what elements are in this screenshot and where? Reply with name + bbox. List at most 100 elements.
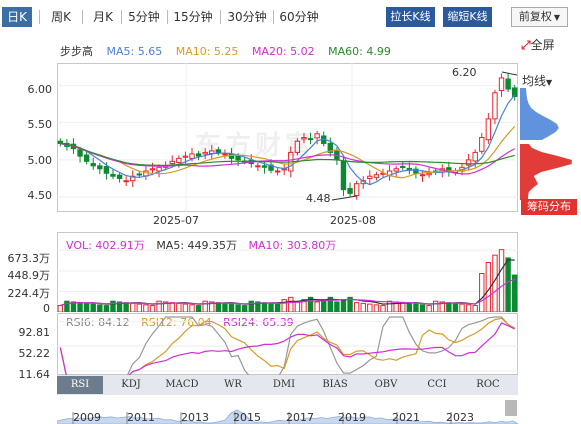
- fullscreen-button[interactable]: ⤢全屏: [521, 36, 555, 53]
- volume-bar: [176, 302, 182, 312]
- chevron-down-icon: ▼: [546, 78, 553, 87]
- tab-wr[interactable]: WR: [210, 376, 256, 394]
- volume-chart: [57, 249, 518, 312]
- volume-bar: [340, 299, 347, 312]
- tab-divider: [121, 10, 122, 24]
- ma-toggle-label: 均线: [522, 74, 547, 88]
- tab-kdj[interactable]: KDJ: [108, 376, 154, 394]
- volume-bar: [90, 303, 96, 312]
- volume-bar: [215, 302, 222, 312]
- period-tab-bar: 日K 周K 月K 5分钟 15分钟 30分钟 60分钟 拉长K线 缩短K线 前复…: [0, 0, 581, 34]
- ma-toggle[interactable]: 均线▼: [522, 72, 552, 89]
- volume-bar: [195, 305, 202, 312]
- candle-body: [393, 168, 399, 172]
- tab-30min[interactable]: 30分钟: [224, 7, 270, 27]
- chip-distribution-loss: [520, 144, 572, 200]
- tab-60min[interactable]: 60分钟: [276, 7, 322, 27]
- volume-bar: [235, 304, 241, 312]
- timeline-year: 2017: [286, 411, 314, 424]
- volume-bar: [406, 302, 413, 312]
- rsi-axis-tick: 11.64: [18, 368, 51, 381]
- timeline-year: 2019: [338, 411, 366, 424]
- low-price-annotation: 4.48: [306, 192, 331, 205]
- volume-bar: [97, 304, 103, 312]
- candle-body: [400, 166, 406, 169]
- volume-bar: [149, 305, 156, 312]
- chip-distribution-profit: [520, 88, 559, 140]
- volume-bar: [386, 300, 393, 312]
- candle-body: [176, 157, 182, 163]
- volume-bar: [446, 302, 452, 312]
- tab-divider: [82, 10, 83, 24]
- tab-daily-k[interactable]: 日K: [2, 7, 32, 27]
- volume-bar: [169, 302, 175, 312]
- tab-monthly-k[interactable]: 月K: [88, 7, 118, 27]
- timeline-year: 2021: [392, 411, 420, 424]
- volume-bar: [136, 303, 143, 312]
- high-price-annotation: 6.20: [452, 66, 477, 79]
- tab-dmi[interactable]: DMI: [261, 376, 307, 394]
- candle-body: [90, 163, 96, 167]
- volume-bar: [505, 257, 511, 312]
- tab-macd[interactable]: MACD: [159, 376, 205, 394]
- tab-roc[interactable]: ROC: [465, 376, 511, 394]
- volume-bar: [452, 302, 459, 312]
- candle-body: [485, 118, 492, 141]
- volume-bar: [248, 300, 254, 312]
- candle-body: [189, 153, 195, 159]
- tab-cci[interactable]: CCI: [414, 376, 460, 394]
- volume-bar: [380, 305, 386, 312]
- candle-body: [261, 165, 268, 168]
- price-axis-tick: 5.00: [27, 154, 53, 167]
- price-axis-tick: 5.50: [27, 118, 53, 131]
- timeline-year: 2015: [233, 411, 261, 424]
- tab-divider: [39, 10, 40, 24]
- volume-bar: [274, 303, 281, 312]
- volume-bar: [498, 249, 505, 312]
- tab-rsi[interactable]: RSI: [57, 376, 103, 394]
- stretch-k-button[interactable]: 拉长K线: [386, 7, 435, 27]
- volume-bar: [143, 304, 149, 312]
- volume-bar: [268, 302, 274, 312]
- tab-bias[interactable]: BIAS: [312, 376, 358, 394]
- timeline-year: 2013: [181, 411, 209, 424]
- timeline-scroll-handle[interactable]: [505, 400, 517, 416]
- candle-body: [419, 174, 426, 177]
- chip-distribution-button[interactable]: 筹码分布: [521, 199, 577, 215]
- volume-bar: [353, 302, 360, 312]
- candle-body: [103, 166, 110, 174]
- rsi-axis-tick: 92.81: [18, 326, 51, 339]
- volume-bar: [281, 299, 287, 312]
- stock-name: 步步高: [60, 45, 93, 58]
- candle-body: [373, 174, 380, 178]
- tab-divider: [273, 10, 274, 24]
- timeline-year: 2023: [446, 411, 474, 424]
- volume-bar: [373, 304, 380, 312]
- tab-obv[interactable]: OBV: [363, 376, 409, 394]
- expand-icon: ⤢: [521, 38, 531, 52]
- volume-bar: [156, 300, 162, 312]
- candle-body: [169, 160, 175, 165]
- candle-body: [110, 173, 116, 177]
- volume-bar: [77, 302, 83, 312]
- volume-bar: [222, 302, 228, 312]
- volume-bar: [130, 302, 136, 312]
- volume-axis-tick: 224.4万: [7, 287, 51, 300]
- volume-bar: [472, 305, 478, 312]
- tab-weekly-k[interactable]: 周K: [46, 7, 76, 27]
- candle-body: [498, 77, 505, 92]
- volume-bar: [321, 299, 327, 312]
- candle-body: [426, 172, 432, 176]
- volume-bar: [314, 301, 320, 312]
- tab-15min[interactable]: 15分钟: [170, 7, 216, 27]
- shrink-k-button[interactable]: 缩短K线: [443, 7, 492, 27]
- candle-body: [255, 165, 261, 168]
- volume-bar: [241, 305, 248, 312]
- adjust-dropdown[interactable]: 前复权 ▼: [511, 7, 568, 27]
- candle-body: [340, 160, 347, 191]
- price-axis-tick: 6.00: [27, 83, 53, 96]
- volume-bar: [367, 303, 373, 312]
- volume-axis-tick: 673.3万: [7, 252, 51, 265]
- candle-body: [492, 92, 498, 120]
- tab-5min[interactable]: 5分钟: [124, 7, 164, 27]
